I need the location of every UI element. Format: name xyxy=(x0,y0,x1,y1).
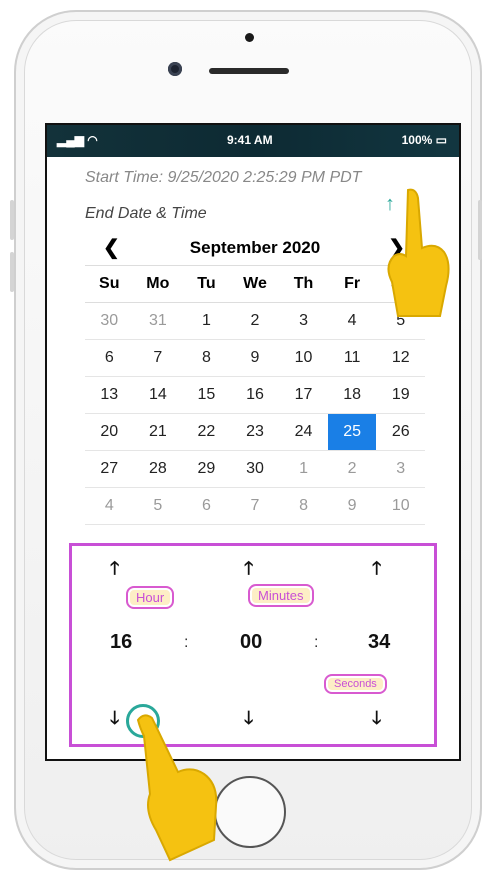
calendar-day[interactable]: 3 xyxy=(376,451,425,487)
calendar-day[interactable]: 29 xyxy=(182,451,231,487)
weekday-label: Tu xyxy=(197,275,216,292)
calendar-day[interactable]: 17 xyxy=(279,377,328,413)
minutes-up-icon[interactable]: 🡑 xyxy=(244,556,253,586)
calendar-day[interactable]: 12 xyxy=(376,340,425,376)
status-time: 9:41 AM xyxy=(227,133,273,147)
volume-button xyxy=(10,200,14,240)
calendar-day[interactable]: 2 xyxy=(328,451,377,487)
minutes-value[interactable]: 00 xyxy=(240,631,262,654)
calendar-day[interactable]: 10 xyxy=(376,488,425,524)
calendar-day[interactable]: 3 xyxy=(279,303,328,339)
weekday-label: Fr xyxy=(344,275,361,292)
start-time: Start Time: 9/25/2020 2:25:29 PM PDT xyxy=(85,169,362,186)
calendar-day[interactable]: 4 xyxy=(328,303,377,339)
calendar-day[interactable]: 20 xyxy=(85,414,134,450)
calendar-day[interactable]: 27 xyxy=(85,451,134,487)
sensor-dot xyxy=(245,33,254,42)
minutes-down-icon[interactable]: 🡓 xyxy=(244,706,253,736)
pointer-hand-icon xyxy=(136,714,218,862)
time-colon: : xyxy=(184,634,189,651)
time-picker: 🡑 🡑 🡑 16 : 00 : 34 🡓 🡓 🡓 Hour Minutes Se… xyxy=(69,543,437,747)
calendar-week: 4 5 6 7 8 9 10 xyxy=(85,488,425,525)
seconds-up-icon[interactable]: 🡑 xyxy=(372,556,381,586)
calendar-day[interactable]: 28 xyxy=(134,451,183,487)
calendar: ❮ September 2020 ❯ SuMoTuWeThFrSa 303112… xyxy=(85,231,425,525)
calendar-day[interactable]: 14 xyxy=(134,377,183,413)
calendar-day[interactable]: 30 xyxy=(231,451,280,487)
seconds-down-icon[interactable]: 🡓 xyxy=(372,706,381,736)
calendar-day[interactable]: 7 xyxy=(134,340,183,376)
calendar-day[interactable]: 7 xyxy=(231,488,280,524)
calendar-week: 13 14 15 16 17 18 19 xyxy=(85,377,425,414)
weekday-row: SuMoTuWeThFrSa xyxy=(85,266,425,303)
calendar-week: 27 28 29 30 1 2 3 xyxy=(85,451,425,488)
minutes-callout: Minutes xyxy=(248,584,314,607)
calendar-day-selected[interactable]: 25 xyxy=(327,414,377,450)
calendar-week: 20 21 22 23 24 25 26 xyxy=(85,414,425,451)
calendar-day[interactable]: 22 xyxy=(182,414,231,450)
calendar-day[interactable]: 6 xyxy=(85,340,134,376)
end-date-label: End Date & Time xyxy=(85,205,207,222)
calendar-day[interactable]: 5 xyxy=(134,488,183,524)
hour-up-icon[interactable]: 🡑 xyxy=(110,556,119,586)
calendar-day[interactable]: 11 xyxy=(328,340,377,376)
weekday-label: Su xyxy=(99,275,120,292)
calendar-day[interactable]: 16 xyxy=(231,377,280,413)
speaker-grille xyxy=(209,68,289,74)
calendar-day[interactable]: 15 xyxy=(182,377,231,413)
calendar-day[interactable]: 21 xyxy=(134,414,183,450)
calendar-day[interactable]: 6 xyxy=(182,488,231,524)
volume-button xyxy=(10,252,14,292)
hour-callout: Hour xyxy=(126,586,175,609)
calendar-day[interactable]: 31 xyxy=(134,303,183,339)
calendar-day[interactable]: 8 xyxy=(182,340,231,376)
month-title[interactable]: September 2020 xyxy=(85,238,425,258)
time-colon: : xyxy=(314,634,319,651)
calendar-header: ❮ September 2020 ❯ xyxy=(85,231,425,266)
calendar-day[interactable]: 13 xyxy=(85,377,134,413)
calendar-day[interactable]: 1 xyxy=(182,303,231,339)
weekday-label: We xyxy=(243,275,267,292)
calendar-day[interactable]: 4 xyxy=(85,488,134,524)
hour-down-icon[interactable]: 🡓 xyxy=(110,706,119,736)
hour-value[interactable]: 16 xyxy=(110,631,132,654)
calendar-day[interactable]: 8 xyxy=(279,488,328,524)
weekday-label: Th xyxy=(293,275,314,292)
calendar-week: 6 7 8 9 10 11 12 xyxy=(85,340,425,377)
calendar-week: 30 31 1 2 3 4 5 xyxy=(85,303,425,340)
calendar-day[interactable]: 18 xyxy=(328,377,377,413)
calendar-day[interactable]: 19 xyxy=(376,377,425,413)
calendar-day[interactable]: 23 xyxy=(231,414,280,450)
calendar-grid: 30 31 1 2 3 4 5 6 7 8 9 10 11 12 13 14 15 16 17 18 19 20 21 22 2… xyxy=(85,303,425,525)
calendar-day[interactable]: 2 xyxy=(231,303,280,339)
calendar-day[interactable]: 24 xyxy=(279,414,328,450)
pointer-hand-icon xyxy=(387,188,450,317)
calendar-day[interactable]: 10 xyxy=(279,340,328,376)
weekday-label: Mo xyxy=(146,275,170,292)
battery-icon: 100% ▭ xyxy=(401,133,447,147)
seconds-value[interactable]: 34 xyxy=(368,631,390,654)
calendar-day[interactable]: 1 xyxy=(279,451,328,487)
status-bar: ▂▄▆ ◠ 9:41 AM 100% ▭ xyxy=(47,125,459,157)
calendar-day[interactable]: 9 xyxy=(231,340,280,376)
camera-icon xyxy=(168,62,182,76)
calendar-day[interactable]: 9 xyxy=(328,488,377,524)
seconds-callout: Seconds xyxy=(324,674,387,694)
calendar-day[interactable]: 26 xyxy=(376,414,425,450)
calendar-day[interactable]: 30 xyxy=(85,303,134,339)
signal-icon: ▂▄▆ ◠ xyxy=(57,133,98,147)
power-button xyxy=(478,200,482,260)
